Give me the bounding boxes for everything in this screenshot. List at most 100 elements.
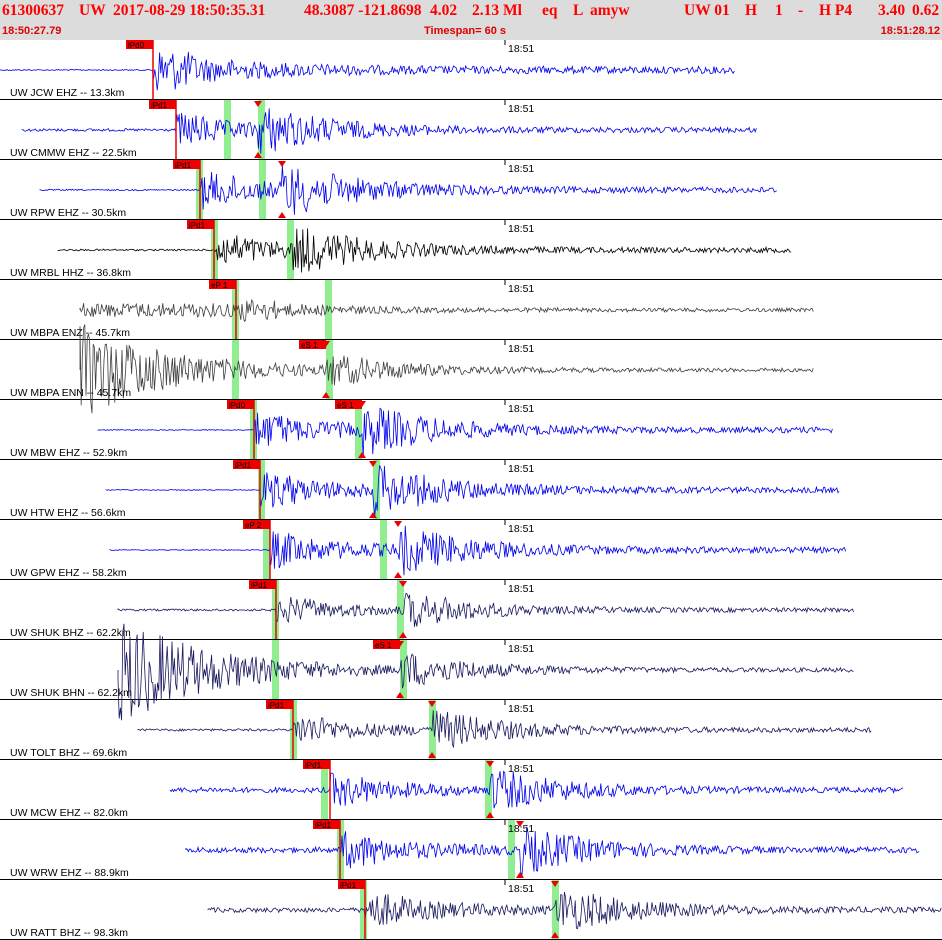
trace-row[interactable]: eS 1 18:51 UW MBPA ENN -- 45.7km: [0, 324, 942, 414]
event-id: 61300637: [2, 2, 64, 19]
processing: H P4: [819, 2, 853, 19]
waveform-trace: [39, 165, 777, 215]
waveform-trace: [109, 525, 846, 576]
station-label: UW TOLT BHZ -- 69.6km: [10, 747, 127, 759]
waveform-trace: [0, 51, 735, 91]
geo-type: L: [573, 2, 584, 19]
minute-label: 18:51: [508, 163, 534, 175]
network-code: UW: [79, 2, 106, 19]
waveform-trace: [169, 770, 904, 809]
trace-row[interactable]: iPd1 18:51 UW RATT BHZ -- 98.3km: [0, 880, 942, 940]
pick-label: iPd1: [340, 881, 357, 890]
epicenter: 48.3087 -121.8698: [304, 2, 422, 19]
magnitude: 2.13 Ml: [472, 2, 522, 19]
h-flag: H: [745, 2, 758, 19]
event-header: 61300637 UW 2017-08-29 18:50:35.31 48.30…: [0, 0, 942, 40]
pick-window: [400, 640, 407, 699]
minute-label: 18:51: [508, 283, 534, 295]
station-label: UW MBPA ENZ -- 45.7km: [10, 327, 130, 339]
station-label: UW MCW EHZ -- 82.0km: [10, 807, 128, 819]
minute-label: 18:51: [508, 823, 534, 835]
trace-row[interactable]: iPd1 18:51 UW MRBL HHZ -- 36.8km: [0, 220, 942, 280]
pick-window: [272, 640, 279, 699]
minute-label: 18:51: [508, 343, 534, 355]
pick-label: eS 1: [337, 401, 354, 410]
trace-row[interactable]: iPd1 18:51 UW TOLT BHZ -- 69.6km: [0, 700, 942, 760]
pick-label: eP 1: [211, 281, 228, 290]
pick-label: iPd1: [315, 821, 332, 830]
waveform-trace: [185, 826, 920, 876]
waveform-trace: [117, 592, 854, 627]
s-pick-marker[interactable]: [394, 521, 402, 527]
erh: 0.62: [912, 2, 940, 19]
pick-label: iPd1: [235, 461, 252, 470]
trace-row[interactable]: iPd1 18:51 UW RPW EHZ -- 30.5km: [0, 160, 942, 220]
version: 1: [775, 2, 783, 19]
waveform-trace: [57, 228, 792, 273]
trace-row[interactable]: eP 1 18:51 UW MBPA ENZ -- 45.7km: [0, 280, 942, 340]
s-pick-marker[interactable]: [278, 212, 286, 218]
s-pick-marker[interactable]: [278, 161, 286, 167]
waveform-trace: [207, 891, 942, 929]
station-label: UW HTW EHZ -- 56.6km: [10, 507, 126, 519]
minute-label: 18:51: [508, 763, 534, 775]
seismogram-panel[interactable]: iPd0 18:51 UW JCW EHZ -- 13.3km iPd1 18:51 UW…: [0, 40, 942, 940]
waveform-trace: [79, 299, 814, 323]
waveform-trace: [97, 407, 833, 458]
trace-row[interactable]: eS 1 18:51 UW SHUK BHN -- 62.2km: [0, 623, 942, 721]
trace-row[interactable]: eP 2 18:51 UW GPW EHZ -- 58.2km: [0, 520, 942, 580]
dash: -: [798, 2, 804, 19]
waveform-trace: [105, 465, 840, 516]
minute-label: 18:51: [508, 883, 534, 895]
pick-window: [552, 880, 559, 939]
minute-label: 18:51: [508, 463, 534, 475]
minute-label: 18:51: [508, 43, 534, 55]
trace-row[interactable]: iPd1 18:51 UW MCW EHZ -- 82.0km: [0, 760, 942, 820]
minute-label: 18:51: [508, 103, 534, 115]
trace-row[interactable]: iPd0 eS 1 18:51 UW MBW EHZ -- 52.9km: [0, 400, 942, 460]
station-label: UW GPW EHZ -- 58.2km: [10, 567, 127, 579]
pick-label: eP 2: [245, 521, 262, 530]
pick-label: eS 1: [301, 341, 318, 350]
station-label: UW WRW EHZ -- 88.9km: [10, 867, 129, 879]
pick-label: iPd1: [151, 101, 168, 110]
pick-label: iPd0: [229, 401, 246, 410]
pick-label: iPd1: [175, 161, 192, 170]
s-pick-marker[interactable]: [516, 872, 524, 878]
pick-label: iPd1: [251, 581, 268, 590]
minute-label: 18:51: [508, 703, 534, 715]
trace-row[interactable]: iPd1 18:51 UW CMMW EHZ -- 22.5km: [0, 100, 942, 160]
pick-label: eS 1: [375, 641, 392, 650]
trace-row[interactable]: iPd1 18:51 UW WRW EHZ -- 88.9km: [0, 820, 942, 880]
station-label: UW RPW EHZ -- 30.5km: [10, 207, 126, 219]
station-label: UW JCW EHZ -- 13.3km: [10, 87, 125, 99]
start-time: 18:50:27.79: [2, 25, 62, 37]
origin-source: UW 01: [684, 2, 730, 19]
station-label: UW CMMW EHZ -- 22.5km: [10, 147, 137, 159]
station-label: UW MBPA ENN -- 45.7km: [10, 387, 131, 399]
pick-label: iPd0: [128, 41, 145, 50]
trace-row[interactable]: iPd0 18:51 UW JCW EHZ -- 13.3km: [0, 40, 942, 100]
author: amyw: [590, 2, 630, 19]
station-label: UW MRBL HHZ -- 36.8km: [10, 267, 131, 279]
s-pick-marker[interactable]: [394, 572, 402, 578]
station-label: UW MBW EHZ -- 52.9km: [10, 447, 128, 459]
trace-row[interactable]: iPd1 18:51 UW SHUK BHZ -- 62.2km: [0, 580, 942, 640]
end-time: 18:51:28.12: [880, 25, 940, 37]
waveform-trace: [117, 623, 854, 721]
station-label: UW SHUK BHZ -- 62.2km: [10, 627, 131, 639]
station-label: UW RATT BHZ -- 98.3km: [10, 927, 128, 939]
event-type: eq: [542, 2, 558, 19]
rms: 3.40: [878, 2, 906, 19]
minute-label: 18:51: [508, 523, 534, 535]
depth: 4.02: [430, 2, 458, 19]
station-label: UW SHUK BHN -- 62.2km: [10, 687, 132, 699]
minute-label: 18:51: [508, 403, 534, 415]
pick-label: iPd1: [305, 761, 322, 770]
minute-label: 18:51: [508, 643, 534, 655]
pick-label: iPd1: [268, 701, 285, 710]
minute-label: 18:51: [508, 583, 534, 595]
origin-time: 2017-08-29 18:50:35.31: [113, 2, 266, 19]
trace-row[interactable]: iPd1 18:51 UW HTW EHZ -- 56.6km: [0, 460, 942, 520]
waveform-trace: [137, 710, 872, 749]
